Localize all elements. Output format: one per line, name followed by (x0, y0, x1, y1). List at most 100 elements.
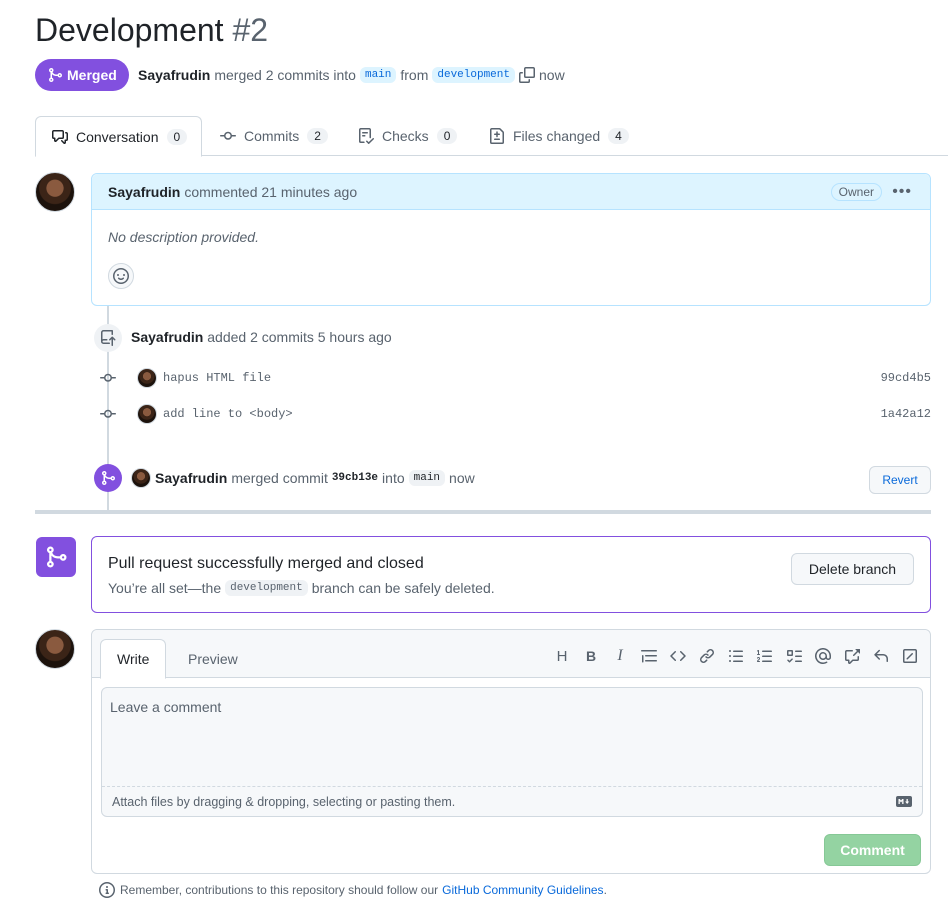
timeline-divider (35, 510, 931, 514)
comment-textarea[interactable] (102, 688, 922, 787)
link-icon[interactable] (699, 648, 715, 664)
repo-push-icon (94, 324, 122, 352)
tab-counter: 2 (307, 128, 328, 144)
tab-label: Conversation (76, 128, 159, 145)
ordered-list-icon[interactable] (757, 648, 773, 664)
tab-commits[interactable]: Commits 2 (204, 116, 344, 156)
head-branch[interactable]: development (432, 67, 515, 83)
comment-submit-button[interactable]: Comment (824, 834, 921, 866)
merged-sub-before: You’re all set—the (108, 580, 222, 596)
merged-sub-after: branch can be safely deleted. (311, 580, 495, 596)
revert-button[interactable]: Revert (869, 466, 931, 494)
push-text: added 2 commits 5 hours ago (207, 329, 392, 345)
git-commit-icon (100, 406, 116, 422)
merged-subtitle: You’re all set—the development branch ca… (108, 580, 495, 596)
cross-reference-icon[interactable] (844, 648, 860, 664)
comment-box: Sayafrudin commented 21 minutes ago Owne… (91, 173, 931, 306)
tab-checks[interactable]: Checks 0 (342, 116, 473, 156)
fullscreen-icon[interactable] (902, 648, 918, 664)
merge-author-avatar[interactable] (131, 468, 151, 488)
deletable-branch[interactable]: development (225, 580, 308, 596)
attach-files-bar[interactable]: Attach files by dragging & dropping, sel… (102, 786, 922, 816)
comment-input-area: Attach files by dragging & dropping, sel… (101, 687, 923, 817)
heading-icon[interactable]: H (554, 648, 570, 665)
commit-sha[interactable]: 1a42a12 (881, 407, 931, 421)
merge-event-text: merged commit (231, 470, 328, 486)
author-link[interactable]: Sayafrudin (138, 67, 210, 83)
merge-into-text: into (382, 470, 405, 486)
avatar[interactable] (35, 629, 75, 669)
pr-tabs: Conversation 0 Commits 2 Checks 0 Files … (35, 116, 948, 157)
file-diff-icon (489, 128, 505, 144)
tab-counter: 0 (166, 128, 187, 145)
merge-text: merged 2 commits into (214, 67, 356, 83)
attach-files-text: Attach files by dragging & dropping, sel… (112, 794, 456, 809)
tab-label: Files changed (513, 128, 601, 144)
from-text: from (400, 67, 429, 83)
owner-badge: Owner (830, 183, 882, 201)
delete-branch-button[interactable]: Delete branch (791, 553, 914, 585)
info-icon (99, 882, 115, 898)
tab-conversation[interactable]: Conversation 0 (35, 116, 202, 157)
editor-header: Write Preview H B I (92, 630, 930, 679)
italic-icon[interactable]: I (612, 647, 628, 664)
commit-author-avatar[interactable] (137, 404, 157, 424)
commit-message[interactable]: add line to <body> (163, 407, 293, 421)
tab-files-changed[interactable]: Files changed 4 (473, 116, 645, 156)
merge-event-time: now (449, 470, 475, 486)
merge-branch[interactable]: main (408, 470, 446, 486)
merged-title: Pull request successfully merged and clo… (108, 555, 424, 572)
guidelines-note: Remember, contributions to this reposito… (99, 882, 607, 898)
commit-author-avatar[interactable] (137, 368, 157, 388)
avatar[interactable] (35, 172, 75, 212)
pr-number: #2 (232, 12, 269, 48)
markdown-icon[interactable] (896, 796, 912, 807)
code-icon[interactable] (670, 648, 686, 664)
commit-row: hapus HTML file 99cd4b5 (95, 366, 931, 390)
commit-row: add line to <body> 1a42a12 (95, 402, 931, 426)
guidelines-text: Remember, contributions to this reposito… (120, 883, 439, 897)
tab-write[interactable]: Write (100, 639, 167, 679)
merge-commit-sha[interactable]: 39cb13e (332, 472, 378, 484)
git-commit-icon (220, 128, 236, 144)
copy-icon[interactable] (519, 67, 535, 83)
add-reaction-button[interactable] (108, 263, 134, 289)
task-list-icon[interactable] (786, 648, 802, 664)
comment-editor: Write Preview H B I Leave a comment Atta… (91, 629, 931, 874)
merge-author[interactable]: Sayafrudin (155, 470, 227, 486)
git-merge-icon (94, 464, 122, 492)
base-branch[interactable]: main (359, 67, 397, 83)
reply-icon[interactable] (873, 648, 889, 664)
smiley-icon (113, 268, 129, 284)
tab-preview[interactable]: Preview (172, 639, 254, 679)
push-event: Sayafrudin added 2 commits 5 hours ago (131, 329, 392, 345)
commit-sha[interactable]: 99cd4b5 (881, 371, 931, 385)
pr-meta: Sayafrudin merged 2 commits into main fr… (138, 64, 565, 86)
mention-icon[interactable] (815, 648, 831, 664)
merged-state-badge: Merged (35, 59, 129, 91)
community-guidelines-link[interactable]: GitHub Community Guidelines (442, 883, 603, 897)
state-label: Merged (67, 67, 117, 83)
push-author[interactable]: Sayafrudin (131, 329, 203, 345)
git-merge-icon (36, 537, 76, 577)
merge-event: Sayafrudin merged commit 39cb13e into ma… (131, 468, 475, 488)
git-merge-icon (47, 67, 63, 83)
comment-author[interactable]: Sayafrudin (108, 184, 180, 200)
page-title: Development #2 (35, 12, 268, 49)
kebab-menu-icon[interactable]: ••• (892, 183, 912, 201)
tab-label: Commits (244, 128, 300, 144)
comment-body: No description provided. (108, 229, 259, 245)
quote-icon[interactable] (641, 648, 657, 664)
tab-label: Checks (382, 128, 429, 144)
bold-icon[interactable]: B (583, 648, 599, 664)
unordered-list-icon[interactable] (728, 648, 744, 664)
checklist-icon (358, 128, 374, 144)
tab-counter: 4 (608, 128, 629, 144)
comment-header: Sayafrudin commented 21 minutes ago Owne… (92, 174, 930, 210)
markdown-toolbar: H B I (554, 647, 918, 665)
merge-time: now (539, 67, 565, 83)
comment-action: commented 21 minutes ago (184, 183, 358, 200)
merged-status-box: Pull request successfully merged and clo… (91, 536, 931, 613)
commit-message[interactable]: hapus HTML file (163, 371, 271, 385)
comment-discussion-icon (52, 129, 68, 145)
